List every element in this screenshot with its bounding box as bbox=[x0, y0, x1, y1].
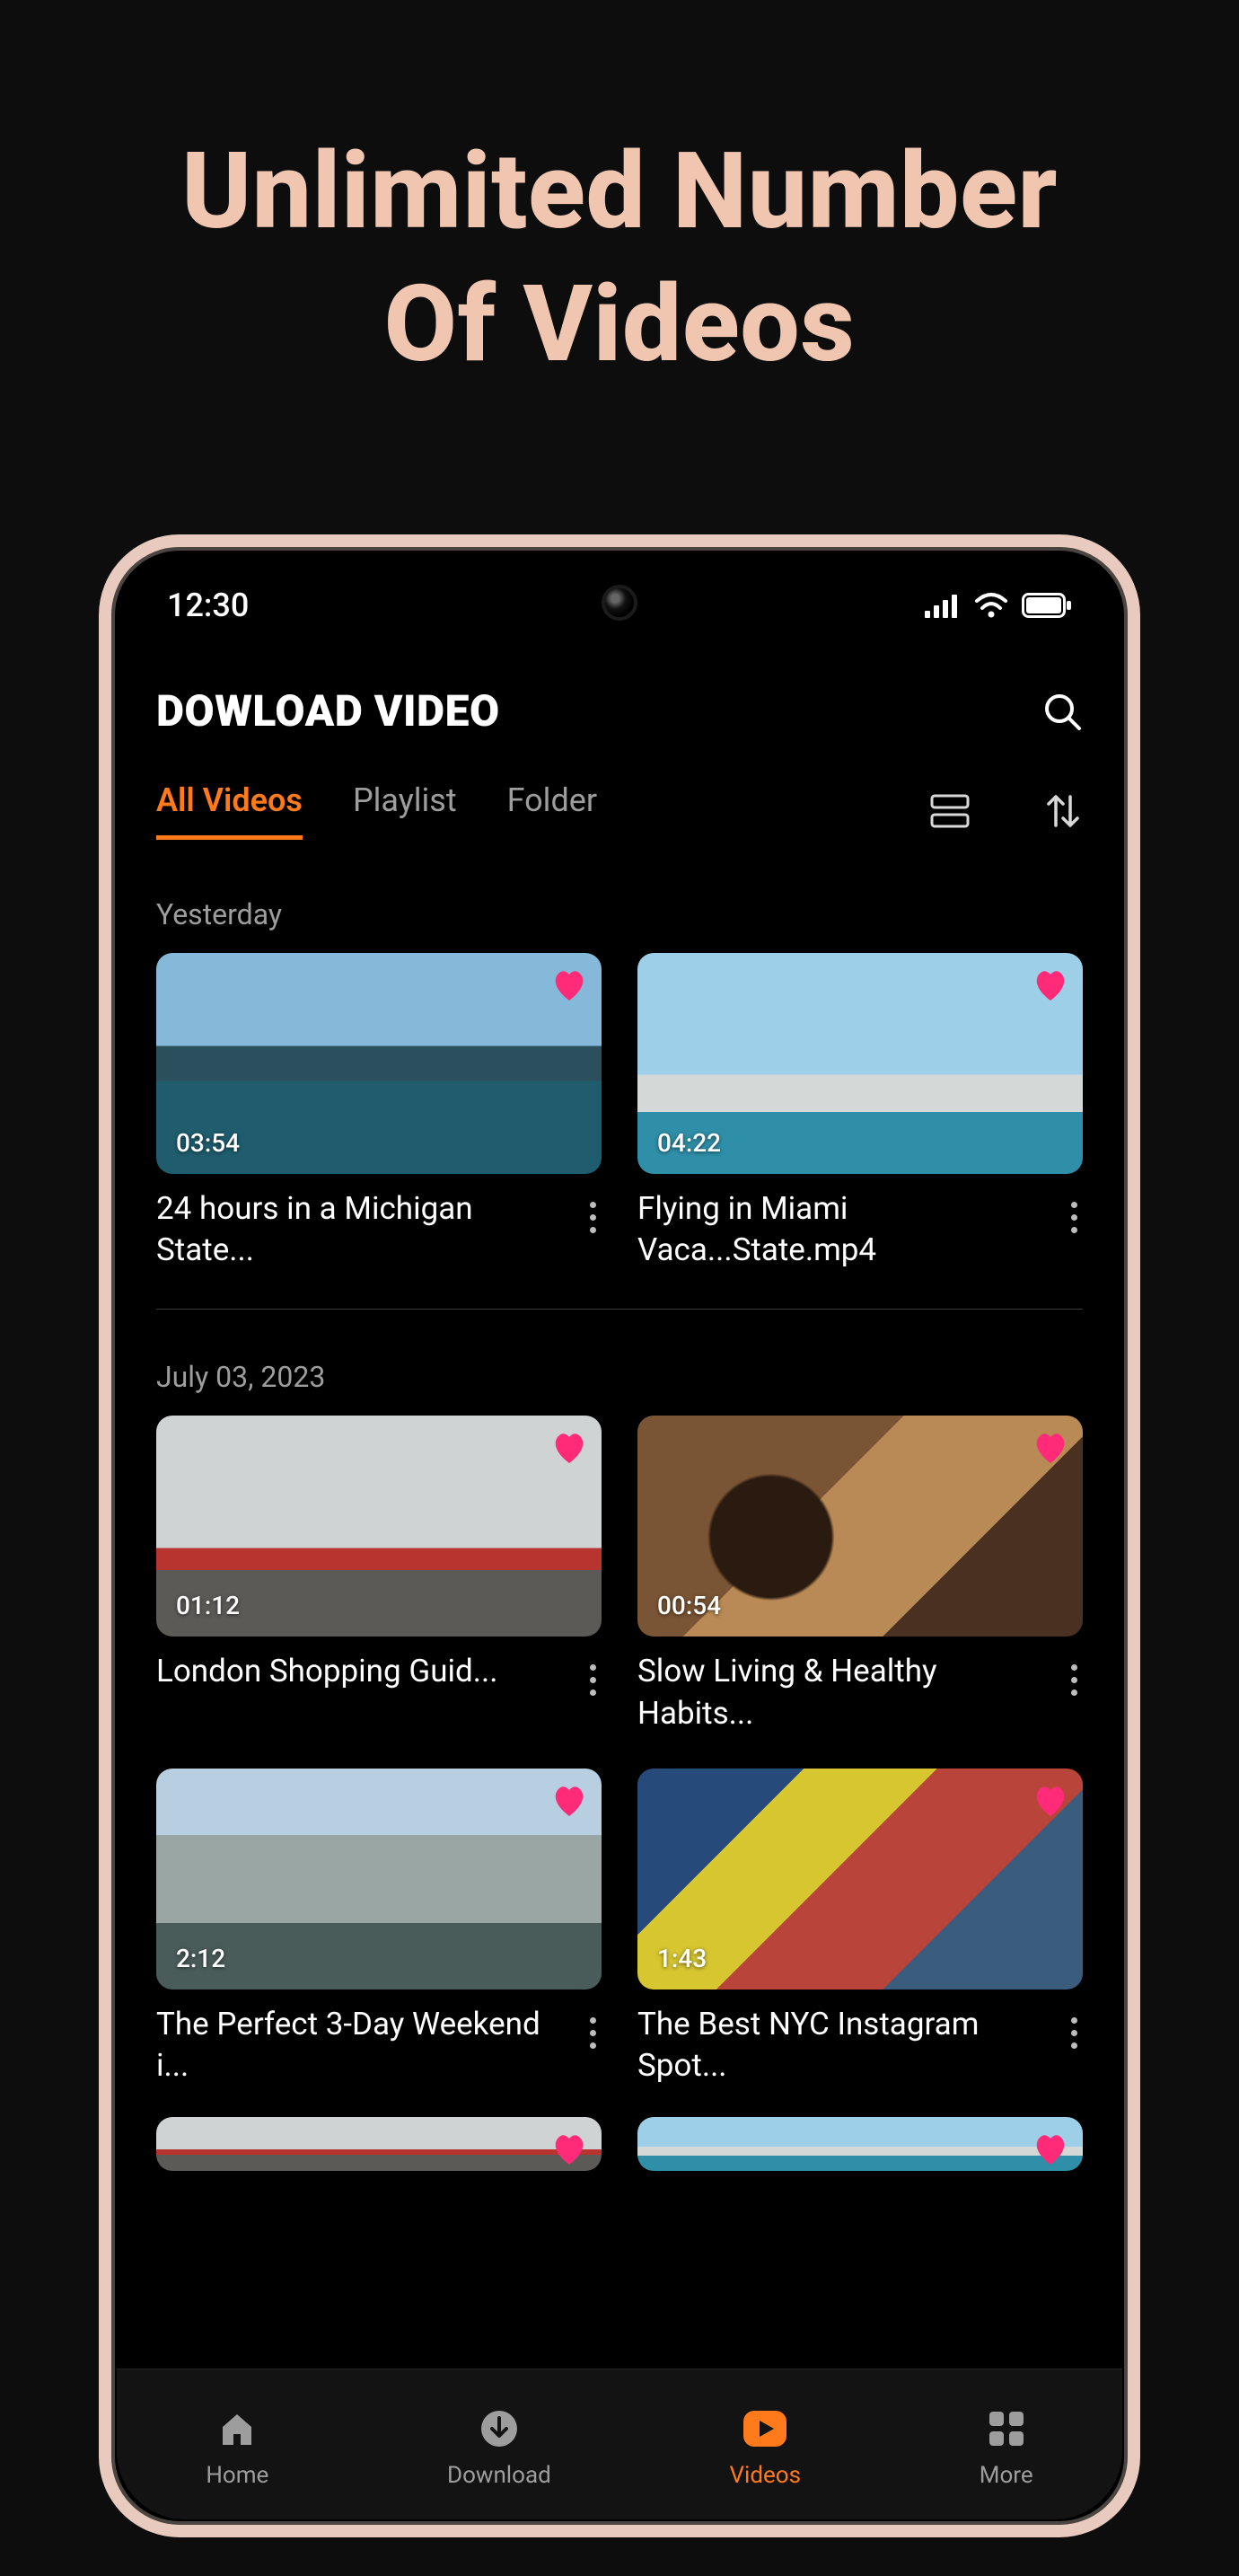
heart-icon[interactable] bbox=[1031, 2130, 1070, 2169]
video-title: The Perfect 3-Day Weekend i... bbox=[156, 2004, 576, 2086]
nav-label: Download bbox=[447, 2462, 551, 2489]
hero-title: Unlimited NumberOf Videos bbox=[72, 126, 1167, 391]
heart-icon[interactable] bbox=[549, 1781, 589, 1821]
nav-label: Videos bbox=[729, 2462, 801, 2489]
wifi-icon bbox=[973, 592, 1009, 619]
hero-banner: Unlimited NumberOf Videos bbox=[0, 0, 1239, 427]
video-thumbnail[interactable]: 1:43 bbox=[637, 1769, 1083, 1989]
phone-side-button bbox=[1138, 1248, 1140, 1535]
tab-all-videos[interactable]: All Videos bbox=[156, 781, 303, 840]
heart-icon[interactable] bbox=[1031, 1428, 1070, 1468]
video-thumbnail[interactable]: 04:22 bbox=[637, 953, 1083, 1174]
tab-playlist[interactable]: Playlist bbox=[353, 781, 457, 840]
video-card[interactable]: 2:12 The Perfect 3-Day Weekend i... bbox=[156, 1769, 602, 2092]
video-duration: 2:12 bbox=[176, 1944, 225, 1973]
status-icons bbox=[925, 592, 1072, 619]
home-icon bbox=[215, 2407, 259, 2450]
status-time: 12:30 bbox=[167, 587, 249, 624]
page-title: DOWLOAD VIDEO bbox=[156, 685, 500, 737]
video-duration: 04:22 bbox=[657, 1128, 721, 1158]
tab-bar: All Videos Playlist Folder bbox=[117, 745, 1122, 847]
heart-icon[interactable] bbox=[549, 966, 589, 1005]
video-title: The Best NYC Instagram Spot... bbox=[637, 2004, 1057, 2086]
heart-icon[interactable] bbox=[549, 1428, 589, 1468]
nav-videos[interactable]: Videos bbox=[729, 2404, 801, 2489]
more-options-icon[interactable] bbox=[1066, 1651, 1083, 1709]
search-icon[interactable] bbox=[1041, 691, 1083, 732]
more-options-icon[interactable] bbox=[1066, 2004, 1083, 2062]
video-duration: 01:12 bbox=[176, 1591, 240, 1620]
nav-label: Home bbox=[206, 2462, 268, 2489]
nav-download[interactable]: Download bbox=[447, 2404, 551, 2489]
heart-icon[interactable] bbox=[549, 2130, 589, 2169]
video-card[interactable]: 03:54 24 hours in a Michigan State... bbox=[156, 953, 602, 1276]
more-options-icon[interactable] bbox=[584, 1651, 602, 1709]
phone-frame: 12:30 DOWLOAD VIDEO All Videos Playlist … bbox=[99, 534, 1140, 2537]
more-options-icon[interactable] bbox=[584, 1188, 602, 1247]
video-thumbnail[interactable] bbox=[637, 2117, 1083, 2171]
video-card[interactable] bbox=[637, 2117, 1083, 2171]
video-thumbnail[interactable] bbox=[156, 2117, 602, 2171]
video-thumbnail[interactable]: 01:12 bbox=[156, 1416, 602, 1636]
tab-folder[interactable]: Folder bbox=[507, 781, 597, 840]
download-icon bbox=[478, 2407, 521, 2450]
bottom-nav: Home Download Videos More bbox=[117, 2369, 1122, 2519]
video-thumbnail[interactable]: 03:54 bbox=[156, 953, 602, 1174]
heart-icon[interactable] bbox=[1031, 1781, 1070, 1821]
section-heading: July 03, 2023 bbox=[156, 1310, 1083, 1416]
more-options-icon[interactable] bbox=[584, 2004, 602, 2062]
video-duration: 00:54 bbox=[657, 1591, 721, 1620]
nav-more[interactable]: More bbox=[980, 2404, 1033, 2489]
sort-icon[interactable] bbox=[1043, 791, 1083, 831]
video-duration: 03:54 bbox=[176, 1128, 240, 1158]
video-icon bbox=[742, 2409, 788, 2448]
phone-screen: 12:30 DOWLOAD VIDEO All Videos Playlist … bbox=[117, 552, 1122, 2519]
video-card[interactable]: 04:22 Flying in Miami Vaca...State.mp4 bbox=[637, 953, 1083, 1276]
view-toggle-icon[interactable] bbox=[930, 793, 970, 829]
video-card[interactable]: 1:43 The Best NYC Instagram Spot... bbox=[637, 1769, 1083, 2092]
video-title: 24 hours in a Michigan State... bbox=[156, 1188, 576, 1271]
app-header: DOWLOAD VIDEO bbox=[117, 635, 1122, 745]
video-thumbnail[interactable]: 2:12 bbox=[156, 1769, 602, 1989]
video-card[interactable]: 00:54 Slow Living & Healthy Habits... bbox=[637, 1416, 1083, 1739]
signal-icon bbox=[925, 593, 961, 618]
more-options-icon[interactable] bbox=[1066, 1188, 1083, 1247]
video-card[interactable] bbox=[156, 2117, 602, 2171]
video-card[interactable]: 01:12 London Shopping Guid... bbox=[156, 1416, 602, 1739]
video-list[interactable]: Yesterday 03:54 24 hours in a Michigan S… bbox=[117, 847, 1122, 2369]
phone-side-button bbox=[1138, 1014, 1140, 1185]
battery-icon bbox=[1022, 593, 1072, 618]
phone-camera bbox=[602, 585, 637, 621]
heart-icon[interactable] bbox=[1031, 966, 1070, 1005]
nav-home[interactable]: Home bbox=[206, 2404, 268, 2489]
video-duration: 1:43 bbox=[657, 1944, 707, 1973]
nav-label: More bbox=[980, 2462, 1033, 2489]
video-title: London Shopping Guid... bbox=[156, 1651, 576, 1692]
video-title: Flying in Miami Vaca...State.mp4 bbox=[637, 1188, 1057, 1271]
section-heading: Yesterday bbox=[156, 847, 1083, 953]
grid-icon bbox=[987, 2409, 1026, 2448]
video-thumbnail[interactable]: 00:54 bbox=[637, 1416, 1083, 1636]
video-title: Slow Living & Healthy Habits... bbox=[637, 1651, 1057, 1734]
